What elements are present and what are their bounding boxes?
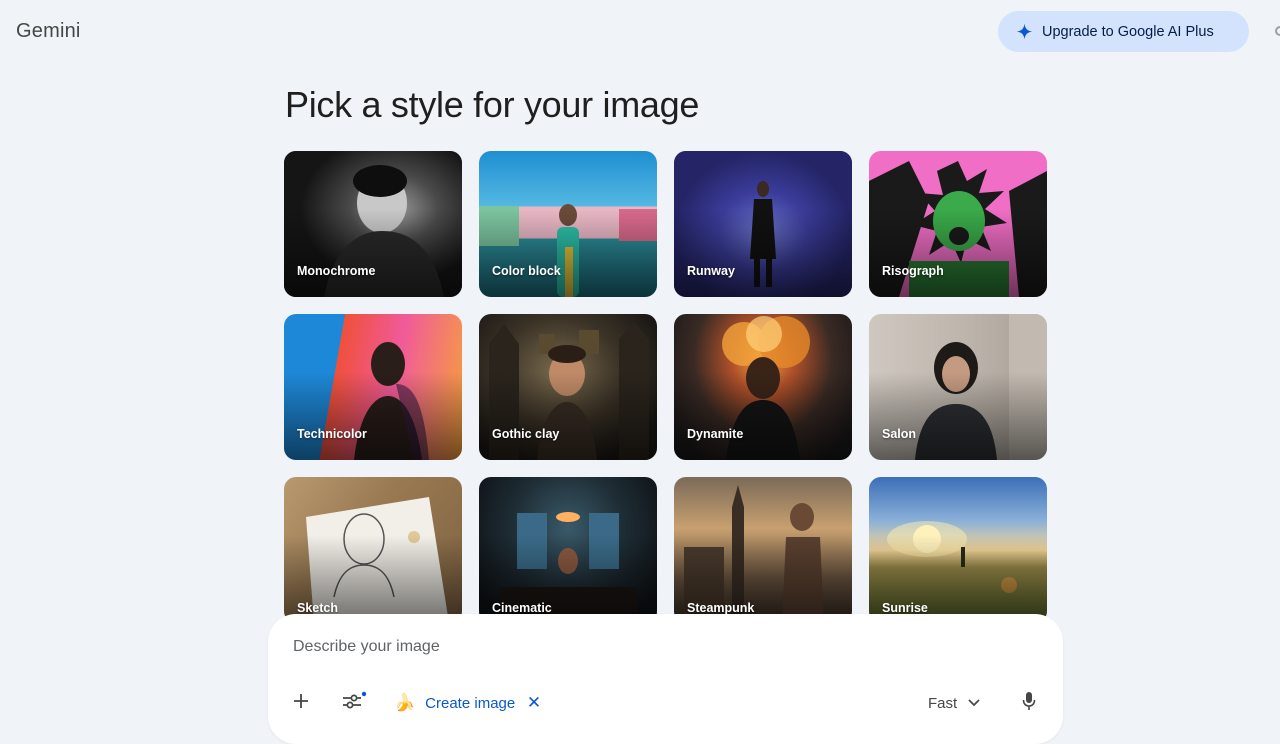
style-label: Monochrome: [297, 264, 376, 278]
banana-icon: 🍌: [394, 693, 416, 712]
style-label: Cinematic: [492, 601, 552, 615]
chevron-down-icon: [968, 694, 980, 712]
style-label: Sketch: [297, 601, 338, 615]
style-card-risograph[interactable]: Risograph: [869, 151, 1047, 297]
style-card-salon[interactable]: Salon: [869, 314, 1047, 460]
style-label: Steampunk: [687, 601, 755, 615]
create-image-label: Create image: [425, 694, 516, 712]
page-title: Pick a style for your image: [285, 84, 700, 125]
style-label: Runway: [687, 264, 735, 278]
add-button[interactable]: [288, 690, 314, 716]
style-card-monochrome[interactable]: Monochrome: [284, 151, 462, 297]
tools-button[interactable]: [340, 690, 368, 716]
style-label: Salon: [882, 427, 917, 441]
close-icon: ✕: [526, 693, 542, 712]
style-card-runway[interactable]: Runway: [674, 151, 852, 297]
microphone-button[interactable]: [1017, 690, 1041, 716]
style-card-color-block[interactable]: Color block: [479, 151, 657, 297]
style-label: Sunrise: [882, 601, 928, 615]
plus-icon: [292, 692, 310, 715]
app-title[interactable]: Gemini: [16, 20, 81, 43]
upgrade-button[interactable]: Upgrade to Google AI Plus: [998, 11, 1249, 52]
style-card-cinematic[interactable]: Cinematic: [479, 477, 657, 623]
style-card-technicolor[interactable]: Technicolor: [284, 314, 462, 460]
chip-close-button[interactable]: ✕: [524, 691, 544, 715]
model-selector[interactable]: Fast: [928, 690, 980, 716]
style-label: Color block: [492, 264, 561, 278]
style-card-sunrise[interactable]: Sunrise: [869, 477, 1047, 623]
style-card-gothic-clay[interactable]: Gothic clay: [479, 314, 657, 460]
style-grid: Monochrome Color block Runway Risograph …: [284, 151, 1047, 623]
style-card-steampunk[interactable]: Steampunk: [674, 477, 852, 623]
settings-icon[interactable]: [1273, 24, 1280, 38]
tune-icon: [341, 691, 367, 716]
prompt-composer: 🍌 Create image ✕ Fast: [268, 614, 1063, 744]
sparkle-icon: [1016, 23, 1033, 40]
style-label: Risograph: [882, 264, 944, 278]
style-card-dynamite[interactable]: Dynamite: [674, 314, 852, 460]
style-card-sketch[interactable]: Sketch: [284, 477, 462, 623]
upgrade-label: Upgrade to Google AI Plus: [1042, 23, 1214, 40]
create-image-chip[interactable]: 🍌 Create image: [394, 690, 515, 716]
microphone-icon: [1022, 691, 1036, 716]
prompt-input[interactable]: [293, 638, 893, 656]
style-label: Dynamite: [687, 427, 744, 441]
style-label: Gothic clay: [492, 427, 560, 441]
model-label: Fast: [928, 694, 958, 712]
style-label: Technicolor: [297, 427, 367, 441]
